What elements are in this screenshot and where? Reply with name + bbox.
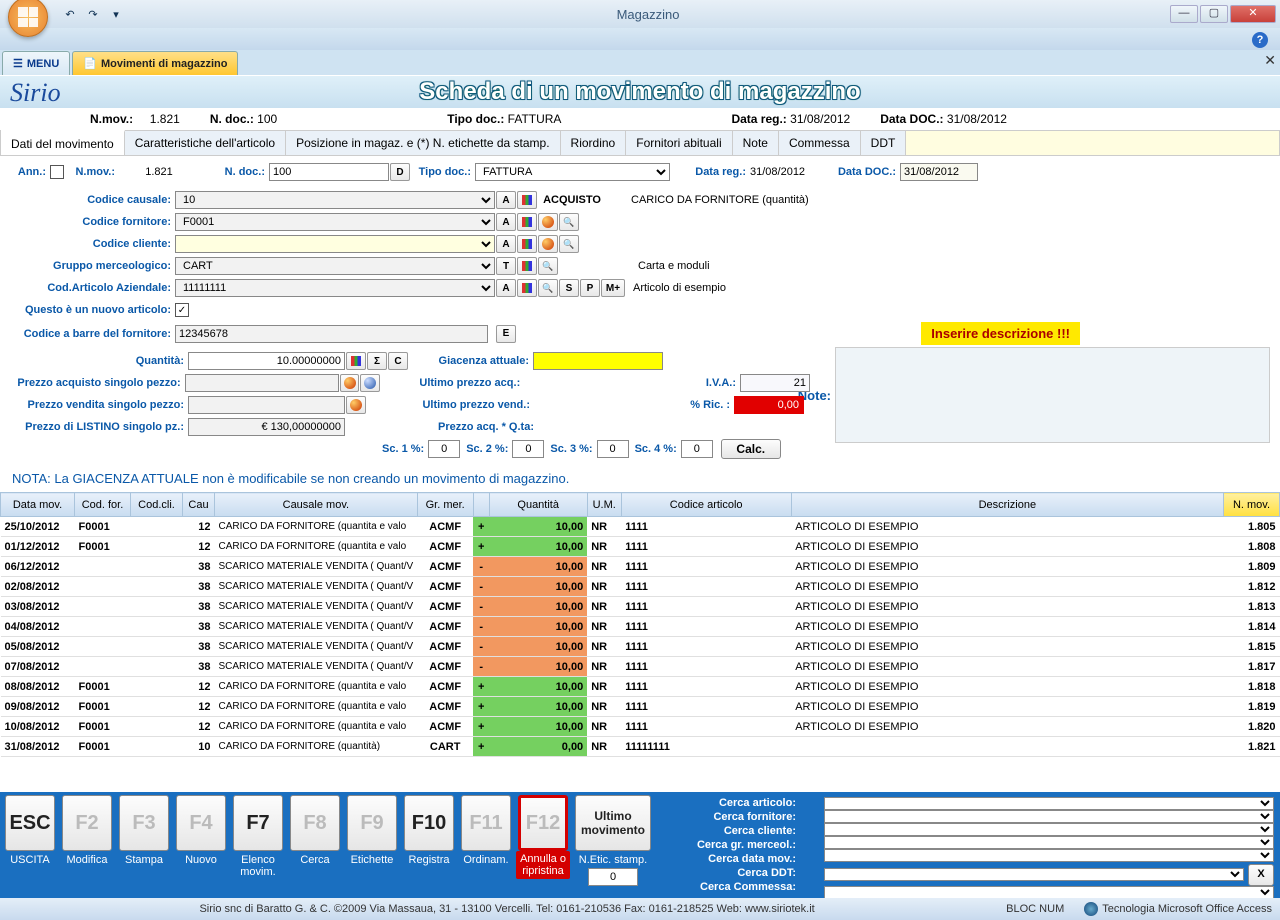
- window-titlebar: ↶ ↷ ▾ Magazzino — ▢ ✕: [0, 0, 1280, 28]
- calc-button[interactable]: Calc.: [721, 439, 781, 459]
- fkey-f7[interactable]: F7Elenco movim.: [231, 795, 285, 895]
- clear-button[interactable]: X: [1248, 864, 1274, 886]
- a-button[interactable]: A: [496, 191, 516, 209]
- access-icon: [1084, 902, 1098, 916]
- subtab-7[interactable]: DDT: [861, 131, 907, 155]
- subtab-4[interactable]: Fornitori abituali: [626, 131, 732, 155]
- gruppo-select[interactable]: CART: [175, 257, 495, 275]
- table-row[interactable]: 06/12/201238SCARICO MATERIALE VENDITA ( …: [1, 557, 1280, 577]
- subtab-1[interactable]: Caratteristiche dell'articolo: [125, 131, 286, 155]
- table-row[interactable]: 25/10/2012F000112CARICO DA FORNITORE (qu…: [1, 517, 1280, 537]
- subtab-6[interactable]: Commessa: [779, 131, 861, 155]
- chart-icon[interactable]: [517, 213, 537, 231]
- ann-label: Ann.:: [10, 166, 50, 178]
- table-row[interactable]: 04/08/201238SCARICO MATERIALE VENDITA ( …: [1, 617, 1280, 637]
- nuovo-checkbox[interactable]: ✓: [175, 303, 189, 317]
- globe-icon[interactable]: [538, 213, 558, 231]
- form-panel: Ann.: N.mov.: 1.821 N. doc.: D Tipo doc.…: [0, 156, 1280, 465]
- d-button[interactable]: D: [390, 163, 410, 181]
- subtab-0[interactable]: Dati del movimento: [1, 130, 125, 155]
- search-dropdown-4[interactable]: [824, 849, 1274, 862]
- table-row[interactable]: 03/08/201238SCARICO MATERIALE VENDITA ( …: [1, 597, 1280, 617]
- table-row[interactable]: 31/08/2012F000110CARICO DA FORNITORE (qu…: [1, 737, 1280, 757]
- warning-banner: Inserire descrizione !!!: [921, 322, 1080, 345]
- subtab-5[interactable]: Note: [733, 131, 779, 155]
- qa-dropdown-icon[interactable]: ▾: [106, 5, 126, 23]
- undo-icon[interactable]: ↶: [60, 5, 80, 23]
- redo-icon[interactable]: ↷: [83, 5, 103, 23]
- ultimo-button[interactable]: UltimomovimentoN.Etic. stamp.: [573, 795, 653, 895]
- note-textarea[interactable]: [835, 347, 1270, 443]
- iva-input[interactable]: [740, 374, 810, 392]
- footnote: NOTA: La GIACENZA ATTUALE non è modifica…: [0, 465, 1280, 486]
- e-button[interactable]: E: [496, 325, 516, 343]
- close-button[interactable]: ✕: [1230, 5, 1276, 23]
- logo: Sirio: [10, 78, 61, 108]
- pacq-input[interactable]: [185, 374, 339, 392]
- table-row[interactable]: 07/08/201238SCARICO MATERIALE VENDITA ( …: [1, 657, 1280, 677]
- fkey-f2[interactable]: F2Modifica: [60, 795, 114, 895]
- ndoc-input[interactable]: [269, 163, 389, 181]
- table-row[interactable]: 05/08/201238SCARICO MATERIALE VENDITA ( …: [1, 637, 1280, 657]
- maximize-button[interactable]: ▢: [1200, 5, 1228, 23]
- page-header: Sirio Scheda di un movimento di magazzin…: [0, 76, 1280, 108]
- tab-menu[interactable]: ☰MENU: [2, 51, 70, 75]
- search-dropdown-2[interactable]: [824, 823, 1274, 836]
- qta-input[interactable]: [188, 352, 345, 370]
- search-dropdown-0[interactable]: [824, 797, 1274, 810]
- fkey-bar: ESCUSCITAF2ModificaF3StampaF4NuovoF7Elen…: [0, 792, 1280, 898]
- pvend-input[interactable]: [188, 396, 345, 414]
- summary-bar: N.mov.: 1.821 N. doc.: 100 Tipo doc.: FA…: [0, 108, 1280, 130]
- datadoc-input[interactable]: [900, 163, 978, 181]
- window-title: Magazzino: [126, 7, 1170, 22]
- subtab-2[interactable]: Posizione in magaz. e (*) N. etichette d…: [286, 131, 560, 155]
- fkey-f10[interactable]: F10Registra: [402, 795, 456, 895]
- document-tabs: ☰MENU 📄Movimenti di magazzino ✕: [0, 50, 1280, 76]
- tipodoc-select[interactable]: FATTURA: [475, 163, 670, 181]
- fkey-esc[interactable]: ESCUSCITA: [3, 795, 57, 895]
- search-icon[interactable]: [559, 213, 579, 231]
- tab-close-icon[interactable]: ✕: [1264, 52, 1276, 69]
- barcode-input[interactable]: [175, 325, 488, 343]
- tab-movimenti[interactable]: 📄Movimenti di magazzino: [72, 51, 238, 75]
- table-row[interactable]: 01/12/2012F000112CARICO DA FORNITORE (qu…: [1, 537, 1280, 557]
- ribbon-area: ?: [0, 28, 1280, 50]
- help-icon[interactable]: ?: [1252, 32, 1268, 48]
- fkey-f12[interactable]: F12Annulla o ripristina: [516, 795, 570, 895]
- ric-value: 0,00: [734, 396, 804, 414]
- table-row[interactable]: 02/08/201238SCARICO MATERIALE VENDITA ( …: [1, 577, 1280, 597]
- table-row[interactable]: 08/08/2012F000112CARICO DA FORNITORE (qu…: [1, 677, 1280, 697]
- ann-checkbox[interactable]: [50, 165, 64, 179]
- articolo-select[interactable]: 11111111: [175, 279, 495, 297]
- plist-input[interactable]: [188, 418, 345, 436]
- chart-icon[interactable]: [517, 191, 537, 209]
- fkey-f8[interactable]: F8Cerca: [288, 795, 342, 895]
- cliente-select[interactable]: [175, 235, 495, 253]
- fkey-f4[interactable]: F4Nuovo: [174, 795, 228, 895]
- causale-select[interactable]: 10: [175, 191, 495, 209]
- table-row[interactable]: 10/08/2012F000112CARICO DA FORNITORE (qu…: [1, 717, 1280, 737]
- fkey-f11[interactable]: F11Ordinam.: [459, 795, 513, 895]
- movements-grid[interactable]: Data mov.Cod. for.Cod.cli.CauCausale mov…: [0, 492, 1280, 757]
- status-bar: Sirio snc di Baratto G. & C. ©2009 Via M…: [0, 898, 1280, 920]
- section-tabs: Dati del movimentoCaratteristiche dell'a…: [0, 130, 1280, 156]
- minimize-button[interactable]: —: [1170, 5, 1198, 23]
- table-row[interactable]: 09/08/2012F000112CARICO DA FORNITORE (qu…: [1, 697, 1280, 717]
- fkey-f9[interactable]: F9Etichette: [345, 795, 399, 895]
- fornitore-select[interactable]: F0001: [175, 213, 495, 231]
- giacenza-value: [533, 352, 663, 370]
- page-title: Scheda di un movimento di magazzino: [14, 78, 1266, 106]
- search-dropdown-3[interactable]: [824, 836, 1274, 849]
- subtab-3[interactable]: Riordino: [561, 131, 627, 155]
- nmov-value: 1.821: [119, 166, 199, 178]
- fkey-f3[interactable]: F3Stampa: [117, 795, 171, 895]
- search-dropdown-1[interactable]: [824, 810, 1274, 823]
